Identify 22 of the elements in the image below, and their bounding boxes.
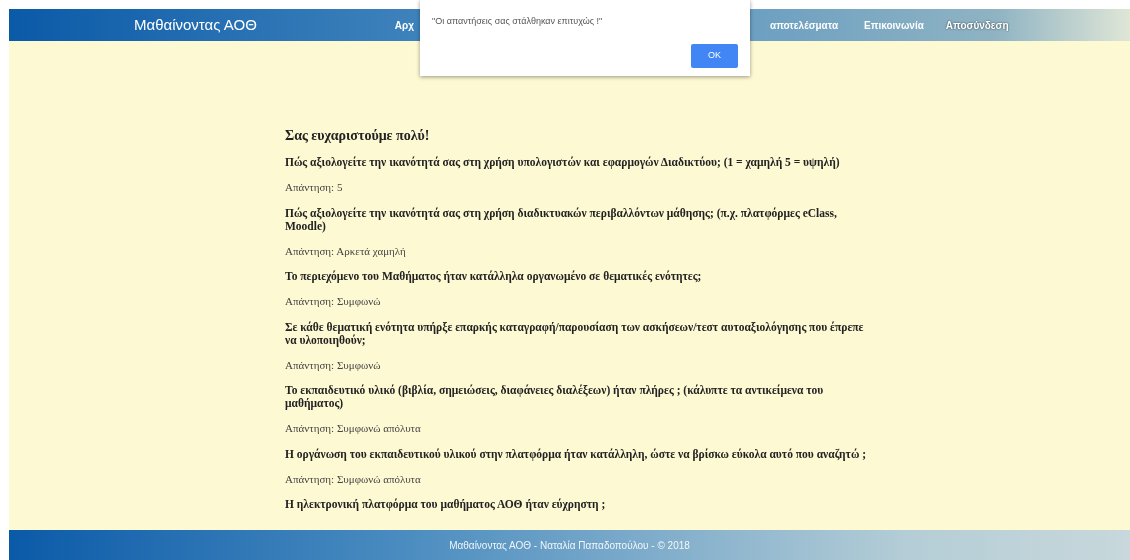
answer-text: Απάντηση: Συμφωνώ: [285, 294, 382, 309]
question-text: Πώς αξιολογείτε την ικανότητά σας στη χρήση υπολογιστών και εφαρμογών Διαδικτύου; (1 = χαμηλή 5 = υψηλή): [285, 156, 841, 169]
answer-text: Απάντηση: Συμφωνώ απόλυτα: [285, 421, 422, 436]
nav-link[interactable]: Αποσύνδεση: [945, 17, 1009, 33]
answer-text: Απάντηση: 5: [285, 180, 344, 195]
alert-message: "Οι απαντήσεις σας στάλθηκαν επιτυχώς !": [432, 15, 604, 28]
thank-you-heading: Σας ευχαριστούμε πολύ!: [285, 127, 431, 145]
nav-link[interactable]: Επικοινωνία: [864, 17, 924, 33]
answer-text: Απάντηση: Συμφωνώ απόλυτα: [285, 471, 422, 487]
answer-text: Απάντηση: Συμφωνώ: [285, 357, 382, 373]
question-text: Η οργάνωση του εκπαιδευτικού υλικού στην πλατφόρμα ήταν κατάλληλη, ώστε να βρίσκω εύκολα αυτό που αναζητώ ;: [285, 447, 867, 461]
question-text: Πώς αξιολογείτε την ικανότητά σας στη χρήση διαδικτυακών περιβαλλόντων μάθησης; (π.χ. πλατφόρμες eClass, Moodle): [285, 206, 838, 233]
question-text: Το περιεχόμενο του Μαθήματος ήταν κατάλληλα οργανωμένο σε θεματικές ενότητες;: [285, 270, 703, 283]
nav-link[interactable]: αποτελέσματα: [770, 17, 839, 33]
ok-button[interactable]: OK: [691, 43, 738, 68]
footer-text: Μαθαίνοντας ΑΟΘ - Ναταλία Παπαδοπούλου - © 2018: [449, 538, 690, 553]
nav-link[interactable]: Αρχ: [394, 17, 414, 33]
question-text: Σε κάθε θεματική ενότητα υπήρξε επαρκής καταγραφή/παρουσίαση των ασκήσεων/τεστ αυτοαξιολόγησης που έπρεπε να υλοποιηθούν;: [285, 320, 865, 347]
answer-text: Απάντηση: Αρκετά χαμηλή: [285, 243, 407, 259]
question-text: Η ηλεκτρονική πλατφόρμα του μαθήματος ΑΟΘ ήταν εύχρηστη ;: [285, 498, 607, 511]
site-title: Μαθαίνοντας ΑΟΘ: [134, 14, 257, 35]
question-text: Το εκπαιδευτικό υλικό (βιβλία, σημειώσεις, διαφάνειες διαλέξεων) ήταν πλήρες ; (κάλυπτε τα αντικείμενα του μαθήματος): [285, 384, 825, 410]
